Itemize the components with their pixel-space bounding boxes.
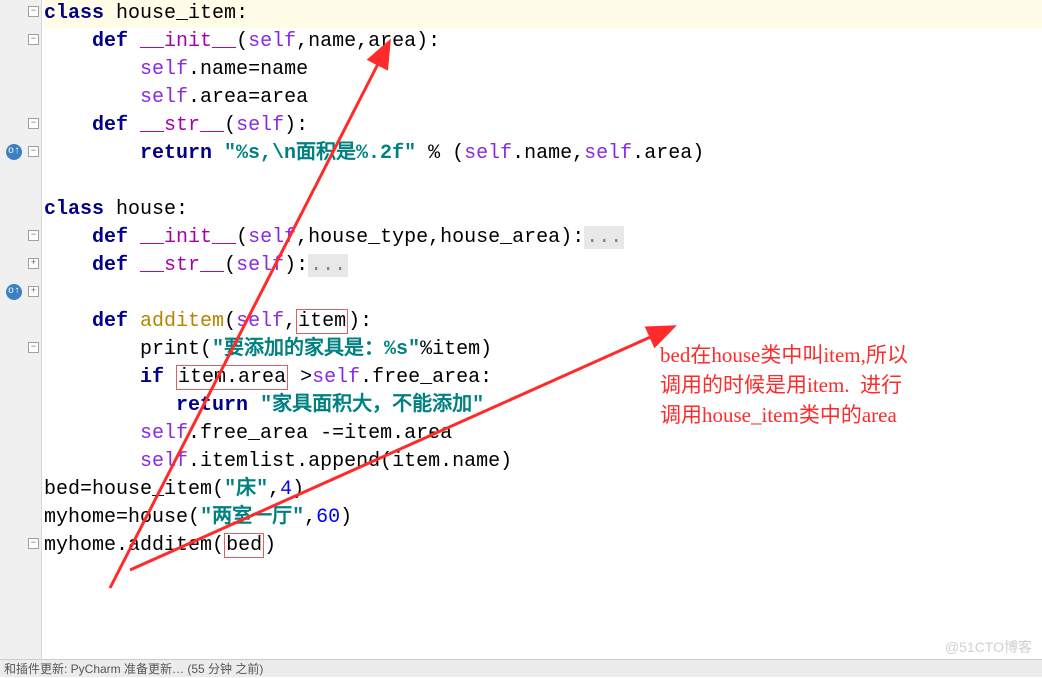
- highlight-box: bed: [224, 533, 264, 558]
- highlight-box: item.area: [176, 365, 288, 390]
- code-line: class house:: [44, 196, 1042, 224]
- code-line: def __str__(self):: [44, 112, 1042, 140]
- folded-region[interactable]: ...: [584, 226, 624, 249]
- gutter-icons: [0, 0, 42, 677]
- status-text: 和插件更新: PyCharm 准备更新… (55 分钟 之前): [4, 662, 263, 676]
- code-line: self.name=name: [44, 56, 1042, 84]
- status-bar: 和插件更新: PyCharm 准备更新… (55 分钟 之前): [0, 659, 1042, 677]
- fold-icon[interactable]: [28, 230, 39, 241]
- fold-icon[interactable]: [28, 34, 39, 45]
- code-line: def __init__(self,house_type,house_area)…: [44, 224, 1042, 252]
- fold-icon[interactable]: [28, 342, 39, 353]
- fold-icon[interactable]: [28, 118, 39, 129]
- code-line: class house_item:: [44, 0, 1042, 28]
- highlight-box: item: [296, 309, 348, 334]
- fold-icon[interactable]: [28, 146, 39, 157]
- code-line: def __init__(self,name,area):: [44, 28, 1042, 56]
- code-line: bed=house_item("床",4): [44, 476, 1042, 504]
- fold-expand-icon[interactable]: [28, 286, 39, 297]
- code-line: [44, 168, 1042, 196]
- watermark: @51CTO博客: [945, 637, 1032, 657]
- fold-icon[interactable]: [28, 538, 39, 549]
- folded-region[interactable]: ...: [308, 254, 348, 277]
- override-icon[interactable]: [6, 284, 22, 300]
- code-line: return "%s,\n面积是%.2f" % (self.name,self.…: [44, 140, 1042, 168]
- override-icon[interactable]: [6, 144, 22, 160]
- code-line: [44, 280, 1042, 308]
- code-line: self.area=area: [44, 84, 1042, 112]
- annotation-text: bed在house类中叫item,所以 调用的时候是用item. 进行 调用ho…: [660, 310, 908, 430]
- fold-expand-icon[interactable]: [28, 258, 39, 269]
- code-line: def __str__(self):...: [44, 252, 1042, 280]
- code-line: myhome.additem(bed): [44, 532, 1042, 560]
- code-line: myhome=house("两室一厅",60): [44, 504, 1042, 532]
- fold-icon[interactable]: [28, 6, 39, 17]
- code-line: self.itemlist.append(item.name): [44, 448, 1042, 476]
